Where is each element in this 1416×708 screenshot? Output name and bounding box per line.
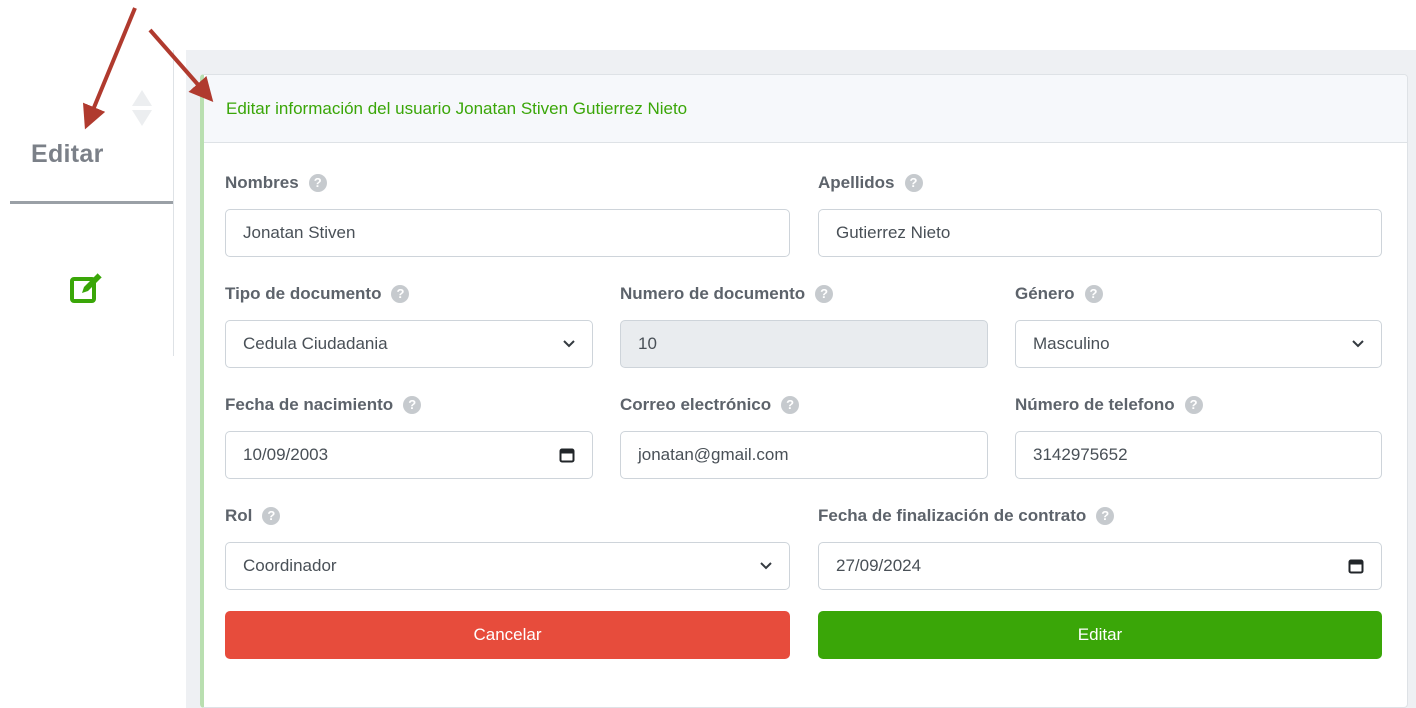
help-icon[interactable]: ?	[781, 396, 800, 414]
header-divider	[10, 201, 173, 204]
help-icon[interactable]: ?	[1184, 396, 1203, 414]
sort-icon[interactable]	[130, 88, 154, 128]
fecha-fin-contrato-input[interactable]: 27/09/2024	[818, 542, 1382, 590]
chevron-down-icon	[563, 340, 575, 348]
submit-edit-button[interactable]: Editar	[818, 611, 1382, 659]
label-nombres: Nombres ?	[225, 173, 327, 193]
column-header-edit: Editar	[31, 140, 104, 168]
label-telefono: Número de telefono ?	[1015, 395, 1203, 415]
form-title: Editar información del usuario Jonatan S…	[226, 99, 688, 118]
calendar-icon[interactable]	[1348, 558, 1364, 574]
tipo-documento-select[interactable]: Cedula Ciudadania	[225, 320, 593, 368]
calendar-icon[interactable]	[559, 447, 575, 463]
label-tipo-documento: Tipo de documento ?	[225, 284, 410, 304]
help-icon[interactable]: ?	[403, 396, 422, 414]
fecha-nacimiento-input[interactable]: 10/09/2003	[225, 431, 593, 479]
table-column-divider	[173, 50, 174, 356]
chevron-down-icon	[1352, 340, 1364, 348]
edit-square-icon[interactable]	[69, 270, 105, 306]
apellidos-input[interactable]: Gutierrez Nieto	[818, 209, 1382, 257]
help-icon[interactable]: ?	[262, 507, 281, 525]
label-rol: Rol ?	[225, 506, 281, 526]
label-apellidos: Apellidos ?	[818, 173, 923, 193]
help-icon[interactable]: ?	[815, 285, 834, 303]
help-icon[interactable]: ?	[1096, 507, 1115, 525]
numero-documento-input: 10	[620, 320, 988, 368]
help-icon[interactable]: ?	[391, 285, 410, 303]
correo-input[interactable]: jonatan@gmail.com	[620, 431, 988, 479]
card-header: Editar información del usuario Jonatan S…	[204, 75, 1407, 143]
chevron-down-icon	[760, 562, 772, 570]
help-icon[interactable]: ?	[1084, 285, 1103, 303]
rol-select[interactable]: Coordinador	[225, 542, 790, 590]
label-fecha-fin-contrato: Fecha de finalización de contrato ?	[818, 506, 1115, 526]
cancel-button[interactable]: Cancelar	[225, 611, 790, 659]
users-table-edit-column: Editar	[0, 0, 176, 708]
label-numero-documento: Numero de documento ?	[620, 284, 834, 304]
label-correo: Correo electrónico ?	[620, 395, 800, 415]
genero-select[interactable]: Masculino	[1015, 320, 1382, 368]
label-fecha-nacimiento: Fecha de nacimiento ?	[225, 395, 422, 415]
nombres-input[interactable]: Jonatan Stiven	[225, 209, 790, 257]
help-icon[interactable]: ?	[904, 174, 923, 192]
help-icon[interactable]: ?	[308, 174, 327, 192]
telefono-input[interactable]: 3142975652	[1015, 431, 1382, 479]
label-genero: Género ?	[1015, 284, 1103, 304]
